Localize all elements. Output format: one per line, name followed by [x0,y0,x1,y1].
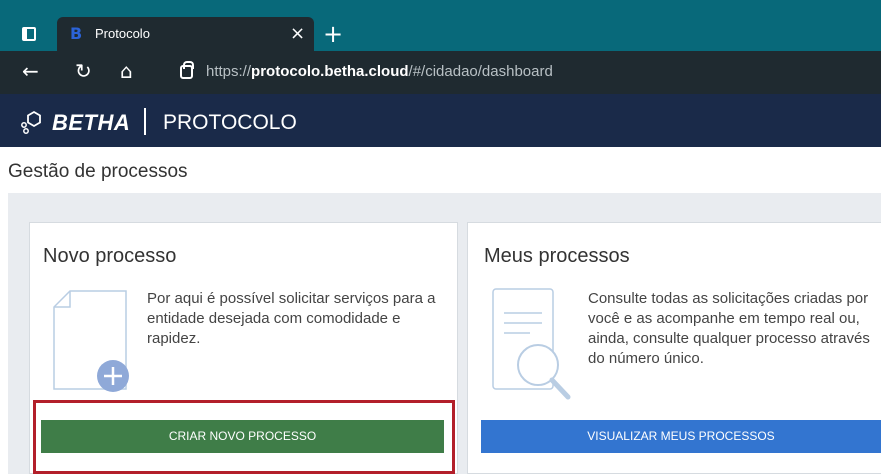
highlight-box [33,400,455,474]
brand-divider [144,108,146,135]
new-document-icon [53,290,129,392]
window-menu-icon[interactable] [22,27,36,41]
home-icon[interactable]: ⌂ [120,60,133,82]
url-text: https://protocolo.betha.cloud/#/cidadao/… [206,63,553,80]
page-title: Gestão de processos [8,161,188,182]
back-icon[interactable]: ← [22,60,39,82]
brand-name[interactable]: BETHA [52,110,130,136]
card-title: Meus processos [484,245,630,267]
reload-icon[interactable]: ↻ [75,60,92,82]
betha-logo-icon[interactable] [20,110,44,134]
tab-title: Protocolo [95,26,150,41]
close-tab-icon[interactable]: × [290,23,305,44]
url-scheme: https:// [206,63,252,80]
card-title: Novo processo [43,245,177,267]
app-header: BETHA PROTOCOLO [0,94,881,147]
browser-tab-strip: B Protocolo × + [0,0,881,51]
visualizar-meus-processos-button[interactable]: VISUALIZAR MEUS PROCESSOS [481,420,881,453]
tab-protocolo[interactable]: B Protocolo × [57,17,314,51]
url-host: protocolo.betha.cloud [251,63,409,80]
url-path: /#/cidadao/dashboard [408,63,553,80]
address-bar[interactable]: https://protocolo.betha.cloud/#/cidadao/… [168,57,881,88]
new-tab-icon[interactable]: + [323,20,343,48]
browser-toolbar: ← ↻ ⌂ https://protocolo.betha.cloud/#/ci… [0,51,881,94]
document-search-icon [492,288,571,400]
product-name: PROTOCOLO [163,111,297,134]
card-description: Por aqui é possível solicitar serviços p… [147,290,436,347]
lock-icon[interactable] [180,61,194,79]
card-description: Consulte todas as solicitações criadas p… [588,290,870,367]
betha-favicon-icon: B [70,24,83,43]
